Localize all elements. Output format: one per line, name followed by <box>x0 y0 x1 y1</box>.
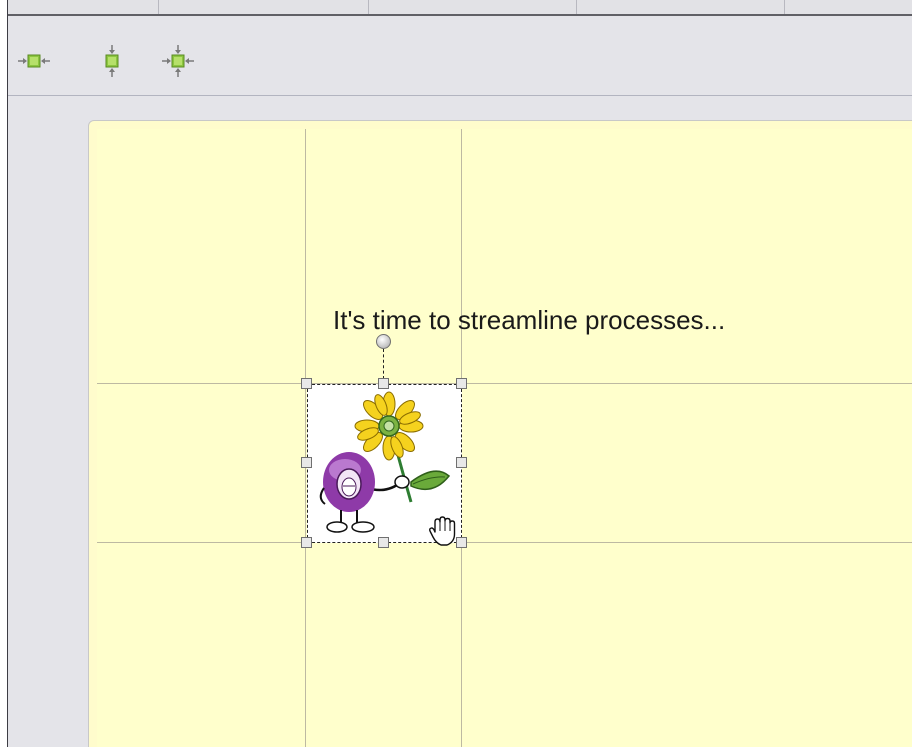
slide-caption-text[interactable]: It's time to streamline processes... <box>333 305 725 336</box>
rotate-handle-stem <box>383 349 384 379</box>
resize-handle-top[interactable] <box>378 378 389 389</box>
resize-handle-bottom[interactable] <box>378 537 389 548</box>
alignment-toolbar <box>8 16 912 96</box>
align-vertical-button[interactable] <box>92 44 132 78</box>
tab-separator <box>576 0 577 14</box>
resize-handle-left[interactable] <box>301 457 312 468</box>
horizontal-guide-line[interactable] <box>97 383 912 384</box>
rotate-handle[interactable] <box>376 334 391 349</box>
align-both-center-icon <box>162 45 194 77</box>
slide-canvas[interactable]: It's time to streamline processes... <box>88 120 912 747</box>
tab-separator <box>158 0 159 14</box>
align-vertical-center-icon <box>105 45 119 77</box>
resize-handle-top-left[interactable] <box>301 378 312 389</box>
align-center-both-button[interactable] <box>158 44 198 78</box>
window-left-edge <box>0 0 8 747</box>
creature-with-sunflower-image <box>319 391 451 533</box>
resize-handle-bottom-right[interactable] <box>456 537 467 548</box>
tab-separator <box>784 0 785 14</box>
app-window: It's time to streamline processes... <box>0 0 912 747</box>
align-horizontal-button[interactable] <box>14 44 54 78</box>
tab-strip <box>8 0 912 16</box>
resize-handle-top-right[interactable] <box>456 378 467 389</box>
selected-clipart-image[interactable] <box>307 384 462 543</box>
horizontal-guide-line[interactable] <box>97 542 912 543</box>
slide-canvas-area: It's time to streamline processes... <box>97 129 912 747</box>
vertical-guide-line[interactable] <box>305 129 306 747</box>
tab-separator <box>368 0 369 14</box>
align-horizontal-center-icon <box>18 54 50 68</box>
resize-handle-right[interactable] <box>456 457 467 468</box>
resize-handle-bottom-left[interactable] <box>301 537 312 548</box>
